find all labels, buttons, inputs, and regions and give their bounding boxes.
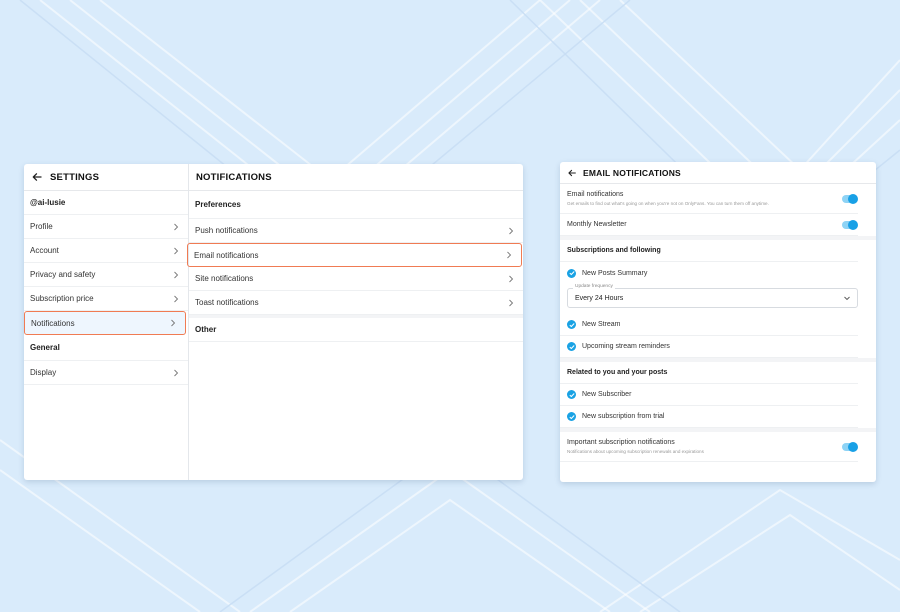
email-notifications-label: Email notifications [567,191,624,198]
chevron-right-icon [172,223,180,231]
checkmark-icon[interactable] [567,412,576,421]
important-notifications-row: Important subscription notifications Not… [560,432,858,462]
new-stream-row[interactable]: New Stream [560,314,858,336]
back-arrow-icon[interactable] [567,168,577,178]
chevron-right-icon [172,369,180,377]
important-notifications-label: Important subscription notifications [567,439,675,446]
email-notifications-desc: Get emails to find out what's going on w… [567,201,769,206]
settings-column: SETTINGS @ai-lusie Profile Account Priva… [24,164,189,480]
upcoming-stream-row[interactable]: Upcoming stream reminders [560,336,858,358]
subs-section-label: Subscriptions and following [560,240,858,262]
chevron-right-icon [172,295,180,303]
important-notifications-desc: Notifications about upcoming subscriptio… [567,449,704,454]
chevron-right-icon [172,271,180,279]
general-section-label: General [24,335,188,361]
notif-item-site[interactable]: Site notifications [189,267,523,291]
sidebar-item-profile[interactable]: Profile [24,215,188,239]
sidebar-item-privacy[interactable]: Privacy and safety [24,263,188,287]
notif-item-toast[interactable]: Toast notifications [189,291,523,315]
notif-item-push[interactable]: Push notifications [189,219,523,243]
username-label: @ai-lusie [24,191,188,215]
checkmark-icon[interactable] [567,390,576,399]
new-subscriber-row[interactable]: New Subscriber [560,384,858,406]
preferences-label: Preferences [189,191,523,219]
newsletter-toggle[interactable] [842,219,858,230]
settings-title: SETTINGS [50,171,100,183]
newsletter-row: Monthly Newsletter [560,214,858,236]
notifications-title: NOTIFICATIONS [196,171,272,183]
email-notifications-toggle[interactable] [842,193,858,204]
update-frequency-select[interactable]: Update frequency Every 24 Hours [567,284,858,308]
chevron-right-icon [507,275,515,283]
checkmark-icon[interactable] [567,342,576,351]
notifications-header: NOTIFICATIONS [189,164,523,191]
other-label: Other [189,318,523,342]
email-notifications-panel: EMAIL NOTIFICATIONS Email notifications … [560,162,876,482]
chevron-right-icon [507,227,515,235]
related-section-label: Related to you and your posts [560,362,858,384]
important-notifications-toggle[interactable] [842,441,858,452]
checkmark-icon[interactable] [567,268,576,278]
checkmark-icon[interactable] [567,320,576,329]
new-posts-summary-row[interactable]: New Posts Summary [560,262,858,284]
update-frequency-label: Update frequency [573,284,615,289]
update-frequency-value: Every 24 Hours [575,294,624,302]
sidebar-item-notifications[interactable]: Notifications [24,311,186,335]
chevron-right-icon [172,247,180,255]
settings-panel: SETTINGS @ai-lusie Profile Account Priva… [24,164,523,480]
chevron-right-icon [169,319,177,327]
back-arrow-icon[interactable] [31,171,43,183]
chevron-down-icon [843,294,851,302]
email-header: EMAIL NOTIFICATIONS [560,162,876,184]
chevron-right-icon [505,251,513,259]
email-title: EMAIL NOTIFICATIONS [583,167,681,178]
notif-item-email[interactable]: Email notifications [187,243,522,267]
newsletter-label: Monthly Newsletter [567,221,627,228]
settings-header: SETTINGS [24,164,188,191]
sidebar-item-display[interactable]: Display [24,361,188,385]
chevron-right-icon [507,299,515,307]
new-sub-trial-row[interactable]: New subscription from trial [560,406,858,428]
email-notifications-row: Email notifications Get emails to find o… [560,184,858,214]
notifications-column: NOTIFICATIONS Preferences Push notificat… [187,164,523,480]
sidebar-item-subscription-price[interactable]: Subscription price [24,287,188,311]
sidebar-item-account[interactable]: Account [24,239,188,263]
